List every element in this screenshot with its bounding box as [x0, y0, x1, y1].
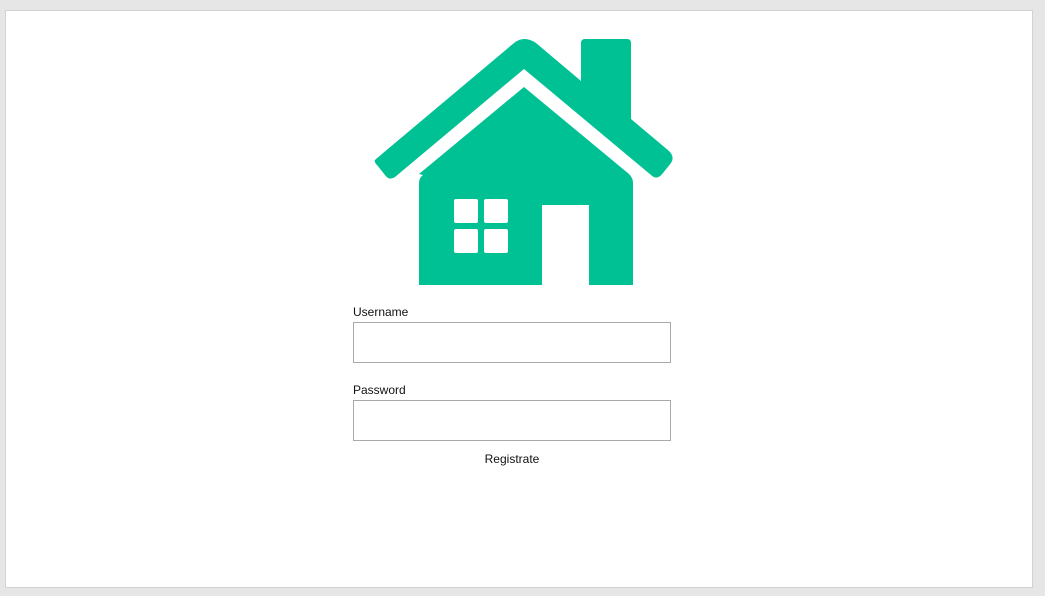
password-input[interactable]: [353, 400, 671, 441]
app-window: Username Password Registrate: [5, 10, 1033, 588]
username-input[interactable]: [353, 322, 671, 363]
password-label: Password: [353, 383, 406, 397]
house-icon: [371, 29, 676, 285]
register-link[interactable]: Registrate: [353, 452, 671, 466]
username-label: Username: [353, 305, 409, 319]
